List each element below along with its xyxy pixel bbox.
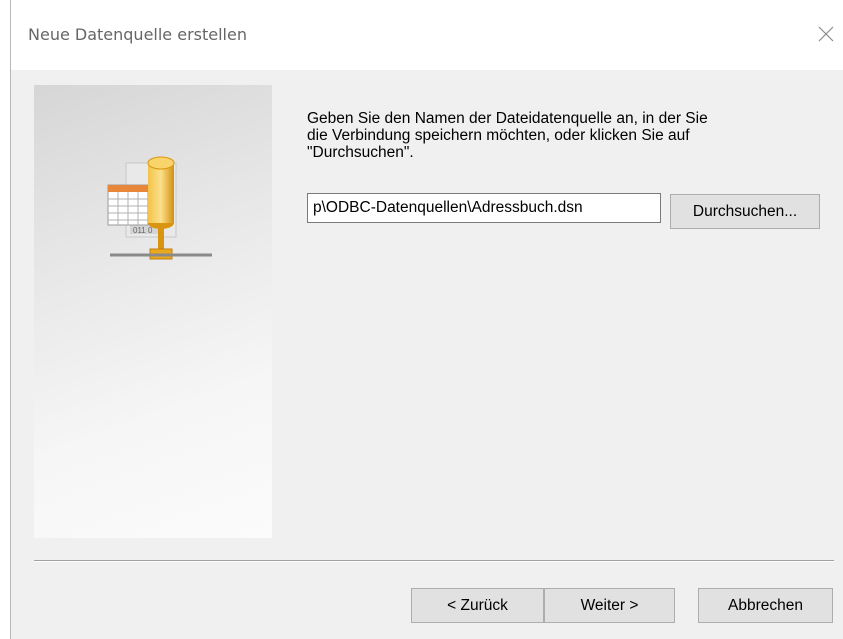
instruction-text: Geben Sie den Namen der Dateidatenquelle… (307, 110, 708, 161)
svg-text:011 0: 011 0 (133, 226, 153, 235)
dialog-title: Neue Datenquelle erstellen (28, 25, 247, 44)
cancel-button[interactable]: Abbrechen (698, 588, 833, 623)
file-dsn-path-input[interactable] (307, 193, 661, 223)
close-button[interactable] (807, 17, 843, 53)
close-icon (818, 26, 834, 42)
wizard-side-panel: 011 0 (34, 85, 272, 538)
dialog-window: Neue Datenquelle erstellen 011 0 Geben S… (10, 0, 843, 639)
data-source-icon: 011 0 (107, 156, 212, 260)
back-button[interactable]: < Zurück (411, 588, 544, 623)
footer-separator (34, 560, 834, 562)
next-button[interactable]: Weiter > (544, 588, 675, 623)
browse-button[interactable]: Durchsuchen... (670, 194, 820, 229)
title-bar: Neue Datenquelle erstellen (11, 0, 843, 70)
